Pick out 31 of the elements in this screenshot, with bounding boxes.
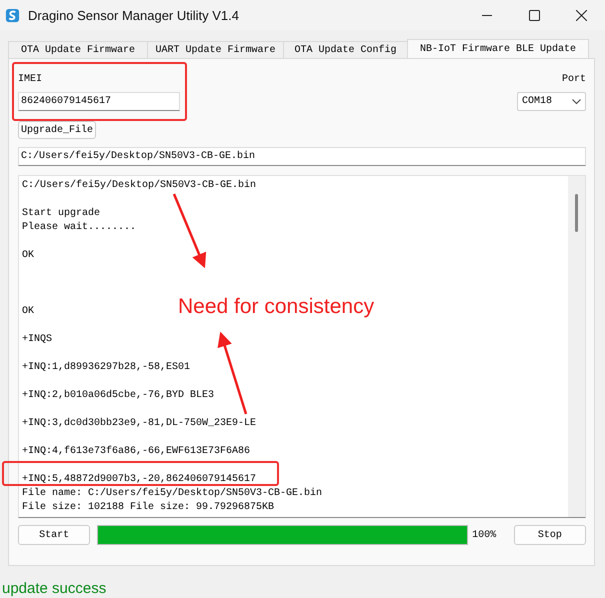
log-line: OK <box>22 249 34 263</box>
log-line: +INQS <box>22 333 52 347</box>
log-line: +INQ:1,d89936297b28,-58,ES01 <box>22 361 190 375</box>
close-icon <box>576 10 587 20</box>
stop-button[interactable]: Stop <box>514 525 586 545</box>
tab[interactable]: OTA Update Firmware <box>8 41 148 58</box>
file-path-field[interactable]: C:/Users/fei5y/Desktop/SN50V3-CB-GE.bin <box>18 147 586 166</box>
log-line: +INQ:2,b010a06d5cbe,-76,BYD BLE3 <box>22 389 214 403</box>
log-line: +INQ:3,dc0d30bb23e9,-81,DL-750W_23E9-LE <box>22 417 256 431</box>
chevron-down-icon <box>572 98 581 104</box>
log-line: +INQ:4,f613e73f6a86,-66,EWF613E73F6A86 <box>22 445 250 459</box>
log-line: OK <box>22 305 34 319</box>
imei-field[interactable]: 862406079145617 <box>18 92 180 111</box>
window-title: Dragino Sensor Manager Utility V1.4 <box>28 8 240 22</box>
log-line: Start upgrade <box>22 207 100 221</box>
app-logo-icon <box>5 8 20 22</box>
annotation-text: Need for consistency <box>178 295 374 319</box>
tab[interactable]: NB-IoT Firmware BLE Update <box>407 39 589 58</box>
start-button[interactable]: Start <box>18 525 90 545</box>
log-line: File name: C:/Users/fei5y/Desktop/SN50V3-CB-GE.bin <box>22 487 322 501</box>
upgrade-file-button[interactable]: Upgrade_File <box>18 121 96 139</box>
log-line: +INQ:5,48872d9007b3,-20,862406079145617 <box>22 473 256 487</box>
port-dropdown[interactable]: COM18 <box>517 92 586 111</box>
status-message: update success <box>2 580 108 597</box>
imei-label: IMEI <box>18 74 42 85</box>
log-line: File size: 102188 File size: 99.79296875KB <box>22 501 274 515</box>
log-line: C:/Users/fei5y/Desktop/SN50V3-CB-GE.bin <box>22 179 256 193</box>
maximize-icon <box>529 10 540 20</box>
log-line: Please wait........ <box>22 221 136 235</box>
progress-reading: 100% <box>472 530 498 540</box>
port-label: Port <box>562 74 586 85</box>
